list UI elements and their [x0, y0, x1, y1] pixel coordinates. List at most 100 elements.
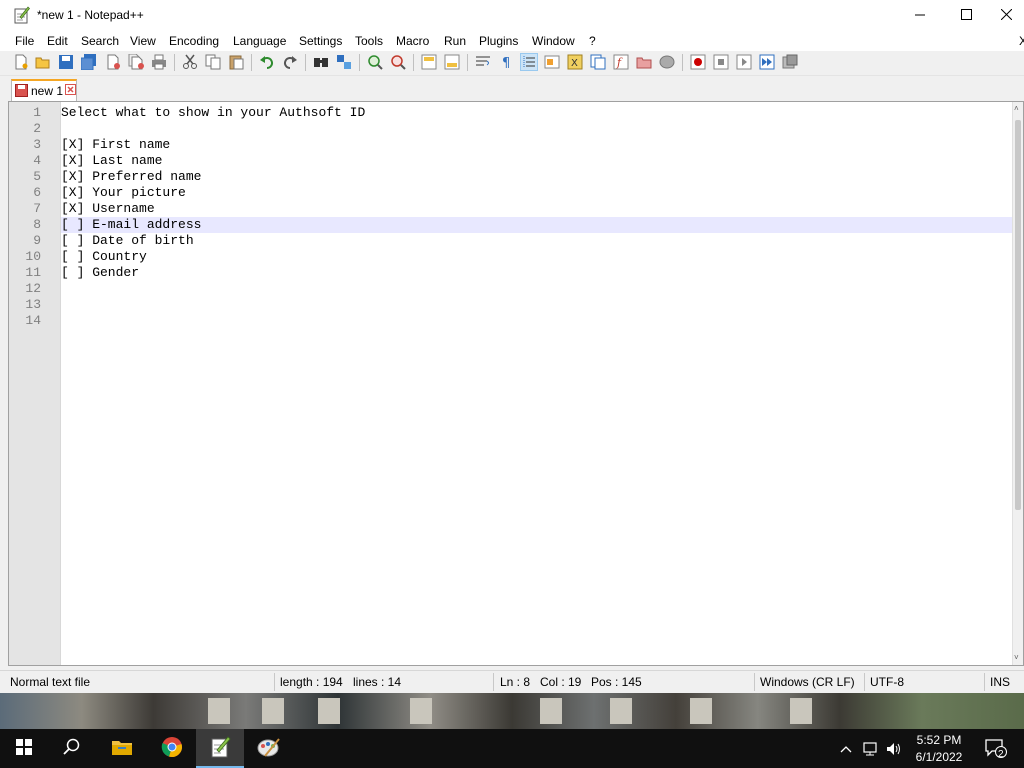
- show-hidden-icons-icon[interactable]: [836, 739, 856, 759]
- new-file-icon[interactable]: [13, 54, 29, 70]
- tab-label: new 1: [31, 84, 64, 98]
- menu-file[interactable]: File: [15, 34, 34, 48]
- svg-text:X: X: [571, 58, 578, 69]
- menu-plugins[interactable]: Plugins: [479, 34, 518, 48]
- toolbar-separator: [467, 54, 468, 71]
- editor-line[interactable]: [61, 121, 1015, 137]
- vertical-scrollbar[interactable]: ˄ ˅: [1012, 102, 1023, 665]
- copy-icon[interactable]: [205, 54, 221, 70]
- start-button[interactable]: [0, 729, 48, 768]
- taskbar-chrome[interactable]: [148, 729, 196, 768]
- close-button[interactable]: [989, 0, 1024, 31]
- network-icon[interactable]: [861, 739, 881, 759]
- open-file-icon[interactable]: [35, 54, 51, 70]
- undo-icon[interactable]: [259, 54, 275, 70]
- play-macro-icon[interactable]: [736, 54, 752, 70]
- scrollbar-thumb[interactable]: [1015, 120, 1021, 510]
- paste-icon[interactable]: [228, 54, 244, 70]
- editor-line[interactable]: [61, 313, 1015, 329]
- tab-new-1[interactable]: new 1: [11, 79, 77, 101]
- current-line[interactable]: [ ] E-mail address: [61, 217, 1015, 233]
- status-separator: [754, 673, 755, 691]
- editor-line[interactable]: Select what to show in your Authsoft ID: [61, 105, 1015, 121]
- redo-icon[interactable]: [282, 54, 298, 70]
- show-all-characters-icon[interactable]: ¶: [498, 54, 514, 71]
- editor-line[interactable]: [X] Username: [61, 201, 1015, 217]
- maximize-button[interactable]: [943, 0, 989, 31]
- clock-date: 6/1/2022: [915, 750, 963, 764]
- menu-close-document[interactable]: X: [1019, 34, 1024, 48]
- close-all-icon[interactable]: [128, 53, 144, 70]
- line-number: 4: [33, 153, 41, 168]
- line-number: 6: [33, 185, 41, 200]
- function-list-icon[interactable]: f: [613, 54, 629, 70]
- user-defined-language-icon[interactable]: [544, 54, 560, 70]
- editor-line[interactable]: [ ] Gender: [61, 265, 1015, 281]
- cut-icon[interactable]: [182, 54, 198, 70]
- menu-encoding[interactable]: Encoding: [169, 34, 219, 48]
- stop-recording-icon[interactable]: [713, 54, 729, 70]
- menu-run[interactable]: Run: [444, 34, 466, 48]
- sync-horizontal-icon[interactable]: [444, 54, 460, 70]
- search-icon: [63, 738, 81, 759]
- taskbar-notepad-plus-plus[interactable]: [196, 729, 244, 768]
- title-bar[interactable]: *new 1 - Notepad++: [0, 0, 1024, 31]
- menu-language[interactable]: Language: [233, 34, 286, 48]
- indent-guide-icon[interactable]: [520, 53, 538, 71]
- status-col: Col : 19: [540, 675, 582, 689]
- document-list-icon[interactable]: [590, 54, 606, 70]
- save-macro-icon[interactable]: [782, 54, 798, 70]
- editor-line[interactable]: [X] Preferred name: [61, 169, 1015, 185]
- menu-window[interactable]: Window: [532, 34, 575, 48]
- notepadpp-window: *new 1 - Notepad++ File Edit Search View…: [0, 0, 1024, 693]
- run-macro-multiple-icon[interactable]: [759, 54, 775, 70]
- window-title: *new 1 - Notepad++: [37, 8, 144, 22]
- notification-center-button[interactable]: 2: [982, 738, 1010, 760]
- menu-search[interactable]: Search: [81, 34, 119, 48]
- scroll-down-icon[interactable]: ˅: [1014, 653, 1019, 662]
- word-wrap-icon[interactable]: [475, 54, 491, 70]
- editor-line[interactable]: [X] Your picture: [61, 185, 1015, 201]
- close-icon[interactable]: [105, 54, 121, 70]
- document-map-icon[interactable]: X: [567, 54, 583, 70]
- tab-close-icon[interactable]: [65, 84, 76, 98]
- menu-edit[interactable]: Edit: [47, 34, 68, 48]
- record-macro-icon[interactable]: [690, 54, 706, 70]
- paint-icon: [257, 736, 281, 761]
- menu-macro[interactable]: Macro: [396, 34, 429, 48]
- line-number: 12: [25, 281, 41, 296]
- zoom-in-icon[interactable]: [367, 54, 383, 70]
- editor-line[interactable]: [61, 281, 1015, 297]
- sync-vertical-icon[interactable]: [421, 54, 437, 70]
- menu-help[interactable]: ?: [589, 34, 596, 48]
- print-icon[interactable]: [151, 54, 167, 70]
- line-number: 2: [33, 121, 41, 136]
- taskbar-clock[interactable]: 5:52 PM 6/1/2022: [906, 732, 972, 766]
- taskbar-paint[interactable]: [245, 729, 293, 768]
- volume-icon[interactable]: [884, 739, 904, 759]
- find-icon[interactable]: [313, 54, 329, 70]
- scroll-up-icon[interactable]: ˄: [1014, 104, 1019, 113]
- zoom-out-icon[interactable]: [390, 54, 406, 70]
- editor-line[interactable]: [X] First name: [61, 137, 1015, 153]
- notification-count: 2: [998, 749, 1004, 760]
- save-all-icon[interactable]: [80, 54, 97, 71]
- editor-line[interactable]: [61, 297, 1015, 313]
- menu-view[interactable]: View: [130, 34, 156, 48]
- replace-icon[interactable]: [336, 54, 352, 70]
- taskbar-file-explorer[interactable]: [98, 729, 146, 768]
- folder-as-workspace-icon[interactable]: [636, 54, 652, 70]
- menu-tools[interactable]: Tools: [355, 34, 383, 48]
- search-button[interactable]: [48, 729, 96, 768]
- menu-settings[interactable]: Settings: [299, 34, 342, 48]
- monitoring-icon[interactable]: [659, 54, 675, 70]
- toolbar-separator: [682, 54, 683, 71]
- start-icon: [16, 739, 32, 758]
- editor-line[interactable]: [ ] Date of birth: [61, 233, 1015, 249]
- minimize-button[interactable]: [897, 0, 943, 31]
- editor-line[interactable]: [ ] Country: [61, 249, 1015, 265]
- clock-time: 5:52 PM: [916, 733, 962, 747]
- editor-line[interactable]: [X] Last name: [61, 153, 1015, 169]
- text-editor[interactable]: 1 Select what to show in your Authsoft ID…: [8, 101, 1024, 666]
- save-icon[interactable]: [58, 54, 74, 70]
